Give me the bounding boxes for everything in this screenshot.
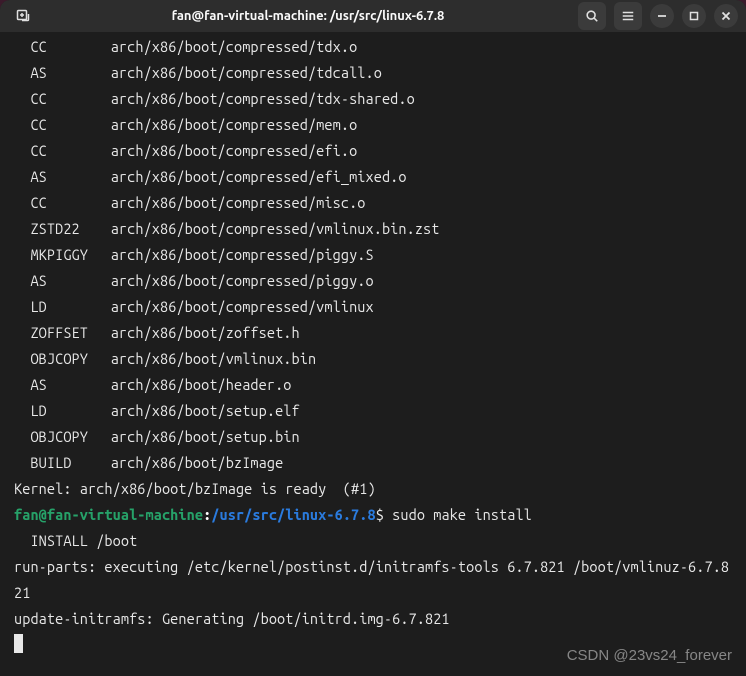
build-path: arch/x86/boot/header.o [111, 376, 292, 393]
output-line: INSTALL /boot [14, 528, 732, 554]
new-tab-button[interactable] [8, 4, 38, 28]
build-tag: ZOFFSET [30, 320, 102, 346]
build-tag: AS [30, 268, 102, 294]
build-output-line: AS arch/x86/boot/compressed/efi_mixed.o [14, 164, 732, 190]
build-path: arch/x86/boot/compressed/tdx.o [111, 38, 358, 55]
titlebar: fan@fan-virtual-machine: /usr/src/linux-… [0, 0, 746, 32]
terminal-body[interactable]: CC arch/x86/boot/compressed/tdx.o AS arc… [0, 32, 746, 676]
build-path: arch/x86/boot/compressed/efi_mixed.o [111, 168, 407, 185]
build-tag: CC [30, 86, 102, 112]
build-path: arch/x86/boot/compressed/vmlinux [111, 298, 374, 315]
build-output-line: CC arch/x86/boot/compressed/efi.o [14, 138, 732, 164]
build-path: arch/x86/boot/compressed/tdx-shared.o [111, 90, 415, 107]
kernel-ready-line: Kernel: arch/x86/boot/bzImage is ready (… [14, 476, 732, 502]
build-tag: BUILD [30, 450, 102, 476]
build-tag: AS [30, 372, 102, 398]
build-path: arch/x86/boot/compressed/piggy.S [111, 246, 374, 263]
build-output-line: CC arch/x86/boot/compressed/misc.o [14, 190, 732, 216]
build-output-line: CC arch/x86/boot/compressed/tdx-shared.o [14, 86, 732, 112]
prompt-sep: $ [376, 506, 392, 523]
search-button[interactable] [578, 2, 606, 30]
minimize-button[interactable] [650, 4, 674, 28]
build-output-line: OBJCOPY arch/x86/boot/setup.bin [14, 424, 732, 450]
build-output-line: ZOFFSET arch/x86/boot/zoffset.h [14, 320, 732, 346]
close-button[interactable] [714, 4, 738, 28]
prompt-command: sudo make install [392, 506, 532, 523]
build-output-line: LD arch/x86/boot/setup.elf [14, 398, 732, 424]
build-path: arch/x86/boot/compressed/vmlinux.bin.zst [111, 220, 440, 237]
build-tag: LD [30, 294, 102, 320]
build-path: arch/x86/boot/compressed/piggy.o [111, 272, 374, 289]
build-output-line: BUILD arch/x86/boot/bzImage [14, 450, 732, 476]
cursor-line [14, 632, 732, 658]
prompt-path: /usr/src/linux-6.7.8 [211, 506, 375, 523]
build-path: arch/x86/boot/bzImage [111, 454, 284, 471]
build-tag: LD [30, 398, 102, 424]
window-title: fan@fan-virtual-machine: /usr/src/linux-… [44, 9, 572, 23]
build-path: arch/x86/boot/zoffset.h [111, 324, 300, 341]
build-tag: OBJCOPY [30, 346, 102, 372]
build-tag: CC [30, 112, 102, 138]
build-output-line: MKPIGGY arch/x86/boot/compressed/piggy.S [14, 242, 732, 268]
build-path: arch/x86/boot/compressed/efi.o [111, 142, 358, 159]
build-path: arch/x86/boot/compressed/mem.o [111, 116, 358, 133]
output-line: run-parts: executing /etc/kernel/postins… [14, 554, 732, 606]
build-path: arch/x86/boot/compressed/tdcall.o [111, 64, 382, 81]
build-output-line: CC arch/x86/boot/compressed/mem.o [14, 112, 732, 138]
build-output-line: AS arch/x86/boot/header.o [14, 372, 732, 398]
build-output-line: AS arch/x86/boot/compressed/tdcall.o [14, 60, 732, 86]
build-output-line: OBJCOPY arch/x86/boot/vmlinux.bin [14, 346, 732, 372]
terminal-window: fan@fan-virtual-machine: /usr/src/linux-… [0, 0, 746, 676]
build-tag: AS [30, 164, 102, 190]
build-tag: AS [30, 60, 102, 86]
build-tag: CC [30, 190, 102, 216]
build-tag: OBJCOPY [30, 424, 102, 450]
prompt-user: fan@fan-virtual-machine [14, 506, 203, 523]
hamburger-menu-button[interactable] [614, 2, 642, 30]
output-line: update-initramfs: Generating /boot/initr… [14, 606, 732, 632]
build-output-line: ZSTD22 arch/x86/boot/compressed/vmlinux.… [14, 216, 732, 242]
build-tag: ZSTD22 [30, 216, 102, 242]
build-output-line: LD arch/x86/boot/compressed/vmlinux [14, 294, 732, 320]
build-path: arch/x86/boot/setup.bin [111, 428, 300, 445]
build-output-line: CC arch/x86/boot/compressed/tdx.o [14, 34, 732, 60]
prompt-line: fan@fan-virtual-machine:/usr/src/linux-6… [14, 502, 732, 528]
build-tag: CC [30, 138, 102, 164]
build-path: arch/x86/boot/compressed/misc.o [111, 194, 366, 211]
build-tag: MKPIGGY [30, 242, 102, 268]
build-output-line: AS arch/x86/boot/compressed/piggy.o [14, 268, 732, 294]
build-path: arch/x86/boot/setup.elf [111, 402, 300, 419]
maximize-button[interactable] [682, 4, 706, 28]
build-path: arch/x86/boot/vmlinux.bin [111, 350, 317, 367]
build-tag: CC [30, 34, 102, 60]
cursor-icon [14, 634, 23, 653]
